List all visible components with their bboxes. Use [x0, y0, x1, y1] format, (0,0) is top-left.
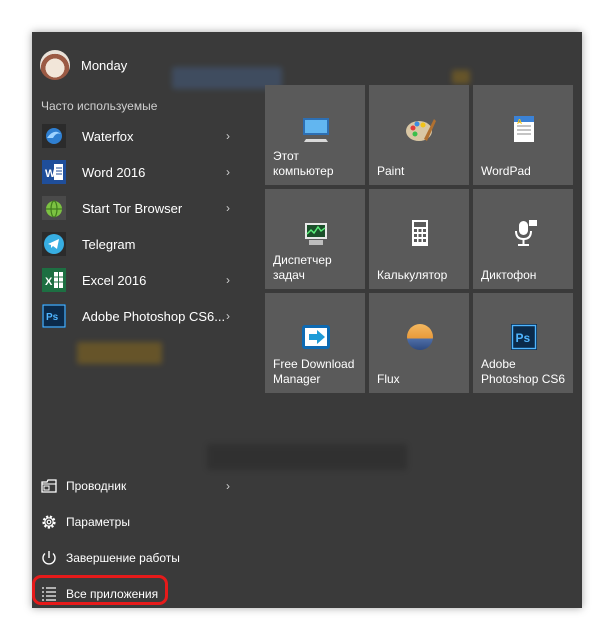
tile-task-manager[interactable]: Диспетчер задач [265, 189, 365, 289]
chevron-right-icon[interactable]: › [226, 309, 230, 323]
calculator-icon [404, 217, 436, 249]
avatar [40, 50, 70, 80]
photoshop-icon: Ps [508, 321, 540, 353]
background-blur [207, 444, 407, 470]
most-used-heading: Часто используемые [41, 99, 158, 113]
menu-label: Параметры [66, 515, 130, 529]
app-label: Waterfox [82, 128, 134, 144]
tile-free-download-manager[interactable]: Free Download Manager [265, 293, 365, 393]
user-account-button[interactable]: Monday [40, 50, 127, 80]
all-apps-button[interactable]: Все приложения [40, 576, 240, 608]
chevron-right-icon[interactable]: › [226, 479, 230, 493]
app-label: Adobe Photoshop CS6... [82, 308, 226, 324]
excel-icon: X [41, 267, 67, 293]
power-icon [40, 549, 58, 567]
tile-paint[interactable]: Paint [369, 85, 469, 185]
tile-label: WordPad [481, 164, 531, 178]
tile-label: Диспетчер задач [273, 253, 332, 282]
tile-label: Paint [377, 164, 405, 178]
gear-icon [40, 513, 58, 531]
tor-browser-icon [41, 195, 67, 221]
tile-label: Free Download Manager [273, 357, 355, 386]
wordpad-icon: A [508, 113, 540, 145]
tile-label: Flux [377, 372, 400, 386]
most-used-list: Waterfox › W Word 2016 › Start Tor Brows… [40, 118, 240, 334]
svg-text:Ps: Ps [46, 312, 59, 323]
fdm-icon [300, 321, 332, 353]
microphone-icon [508, 217, 540, 249]
all-apps-icon [40, 585, 58, 603]
menu-label: Проводник [66, 479, 127, 493]
app-item-photoshop[interactable]: Ps Adobe Photoshop CS6... › [40, 298, 240, 334]
task-manager-icon [300, 217, 332, 249]
start-menu: Monday Часто используемые Waterfox › W W… [32, 32, 582, 608]
chevron-right-icon[interactable]: › [226, 273, 230, 287]
svg-text:W: W [45, 168, 56, 180]
tile-this-pc[interactable]: Этот компьютер [265, 85, 365, 185]
flux-icon [404, 321, 436, 353]
app-label: Word 2016 [82, 164, 146, 180]
tile-voice-recorder[interactable]: Диктофон [473, 189, 573, 289]
paint-icon [404, 113, 436, 145]
computer-icon [300, 113, 332, 145]
svg-text:X: X [45, 276, 53, 288]
telegram-icon [41, 231, 67, 257]
power-button[interactable]: Завершение работы [40, 540, 240, 576]
word-icon: W [41, 159, 67, 185]
app-item-telegram[interactable]: Telegram [40, 226, 240, 262]
chevron-right-icon[interactable]: › [226, 165, 230, 179]
tile-label: Этот компьютер [273, 149, 334, 178]
tile-grid: Этот компьютер Paint A WordPad Диспетчер… [265, 85, 575, 393]
tile-wordpad[interactable]: A WordPad [473, 85, 573, 185]
tile-photoshop[interactable]: Ps Adobe Photoshop CS6 [473, 293, 573, 393]
app-label: Start Tor Browser [82, 200, 183, 216]
explorer-button[interactable]: Проводник › [40, 468, 240, 504]
user-name: Monday [81, 57, 128, 73]
svg-text:Ps: Ps [516, 331, 531, 345]
photoshop-icon: Ps [41, 303, 67, 329]
bottom-menu: Проводник › Параметры Завершение работы … [40, 468, 240, 608]
settings-button[interactable]: Параметры [40, 504, 240, 540]
menu-label: Завершение работы [66, 551, 180, 565]
svg-text:A: A [517, 119, 522, 126]
app-label: Excel 2016 [82, 272, 147, 288]
app-item-word[interactable]: W Word 2016 › [40, 154, 240, 190]
tile-calculator[interactable]: Калькулятор [369, 189, 469, 289]
tile-label: Калькулятор [377, 268, 448, 282]
tile-label: Adobe Photoshop CS6 [481, 357, 566, 386]
app-label: Telegram [82, 236, 136, 252]
app-item-waterfox[interactable]: Waterfox › [40, 118, 240, 154]
tile-label: Диктофон [481, 268, 537, 282]
waterfox-icon [41, 123, 67, 149]
explorer-icon [40, 477, 58, 495]
chevron-right-icon[interactable]: › [226, 129, 230, 143]
background-blur [77, 342, 162, 364]
background-blur [452, 70, 470, 84]
tile-flux[interactable]: Flux [369, 293, 469, 393]
app-item-tor-browser[interactable]: Start Tor Browser › [40, 190, 240, 226]
menu-label: Все приложения [66, 587, 159, 601]
chevron-right-icon[interactable]: › [226, 201, 230, 215]
app-item-excel[interactable]: X Excel 2016 › [40, 262, 240, 298]
